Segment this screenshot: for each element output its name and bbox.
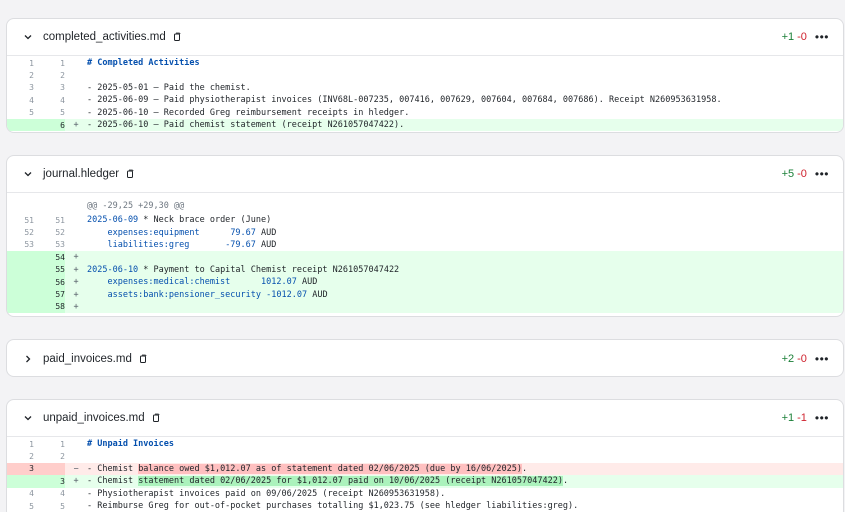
file-header[interactable]: paid_invoices.md +2 -0 ••• xyxy=(7,340,843,376)
diff-line-added: 58 + xyxy=(7,300,843,314)
diff-line: 1 1 # Unpaid Invoices xyxy=(29,439,174,450)
diff-body: 1 1 # Unpaid Invoices 22 3− - Chemist balan… xyxy=(7,437,843,512)
diff-line: 22 xyxy=(29,452,65,462)
diff-line-added: 3 + - Chemist statement dated 02/06/2025 f… xyxy=(7,475,843,488)
diff-line: 1 1 # Completed Activities xyxy=(29,58,200,69)
more-icon[interactable]: ••• xyxy=(815,168,829,180)
copy-icon[interactable] xyxy=(125,169,135,179)
file-name[interactable]: paid_invoices.md xyxy=(43,353,132,365)
additions-count: +1 xyxy=(781,412,795,424)
diff-line: 53 53 liabilities:greg -79.67 AUD xyxy=(24,239,277,250)
file-card-paid-invoices: paid_invoices.md +2 -0 ••• xyxy=(6,339,844,377)
additions-count: +1 xyxy=(781,31,795,43)
more-icon[interactable]: ••• xyxy=(815,353,829,365)
diff-line: 22 xyxy=(29,71,65,81)
diff-body: @@ -29,25 +29,30 @@ 51 51 2025-06-09 * Nec… xyxy=(7,193,843,314)
additions-count: +2 xyxy=(781,352,795,365)
file-header[interactable]: completed_activities.md +1 -0 ••• xyxy=(7,19,843,56)
diff-line: 44- Physiotherapist invoices paid on 09/… xyxy=(29,488,446,499)
diff-line: 55- 2025-06-10 – Recorded Greg reimburse… xyxy=(29,107,410,118)
diff-line-added: 57 + assets:bank:pensioner_security -1012… xyxy=(7,288,843,301)
deletions-count: -0 xyxy=(797,352,807,365)
diff-line-added: 6 + - 2025-06-10 – Paid chemist statement … xyxy=(7,118,843,132)
chevron-down-icon[interactable] xyxy=(21,411,35,425)
file-card-unpaid-invoices: unpaid_invoices.md +1 -1 ••• 1 1 # Unpaid … xyxy=(6,399,844,512)
file-name[interactable]: unpaid_invoices.md xyxy=(43,412,145,424)
additions-count: +5 xyxy=(781,168,795,180)
chevron-right-icon[interactable] xyxy=(21,352,35,366)
file-card-completed-activities: completed_activities.md +1 -0 ••• 1 1 # Co… xyxy=(6,18,844,133)
file-name[interactable]: completed_activities.md xyxy=(43,31,166,43)
diff-line: 52 52 expenses:equipment 79.67 AUD xyxy=(24,227,277,238)
file-header[interactable]: journal.hledger +5 -0 ••• xyxy=(7,156,843,193)
hunk-header[interactable]: @@ -29,25 +29,30 @@ xyxy=(7,198,843,213)
file-card-journal-hledger: journal.hledger +5 -0 ••• @@ -29,25 +29,… xyxy=(6,155,844,317)
chevron-down-icon[interactable] xyxy=(21,30,35,44)
file-header[interactable]: unpaid_invoices.md +1 -1 ••• xyxy=(7,400,843,437)
diff-line: 44- 2025-06-09 – Paid physiotherapist in… xyxy=(29,95,722,106)
diff-line-deleted: 3− - Chemist balance owed $1,012.07 as of… xyxy=(7,462,843,476)
diff-body: 1 1 # Completed Activities 22 33- 2025-05-… xyxy=(7,56,843,132)
deletions-count: -0 xyxy=(797,31,807,43)
copy-icon[interactable] xyxy=(138,354,148,364)
deletions-count: -0 xyxy=(797,168,807,180)
diff-line: 51 51 2025-06-09 * Neck brace order (June) xyxy=(24,215,272,226)
deletions-count: -1 xyxy=(797,412,807,424)
file-name[interactable]: journal.hledger xyxy=(43,168,119,180)
diff-line-added: 56 + expenses:medical:chemist 1012.07 AUD xyxy=(7,275,843,289)
chevron-down-icon[interactable] xyxy=(21,167,35,181)
copy-icon[interactable] xyxy=(151,413,161,423)
more-icon[interactable]: ••• xyxy=(815,31,829,43)
diff-line: 55- Reimburse Greg for out-of-pocket pur… xyxy=(29,501,579,512)
diff-line: 33- 2025-05-01 – Paid the chemist. xyxy=(29,82,251,93)
diff-line-added: 54 + xyxy=(7,251,843,264)
diff-line-added: 55 +2025-06-10 * Payment to Capital Chemi… xyxy=(7,263,843,276)
more-icon[interactable]: ••• xyxy=(815,412,829,424)
copy-icon[interactable] xyxy=(172,32,182,42)
